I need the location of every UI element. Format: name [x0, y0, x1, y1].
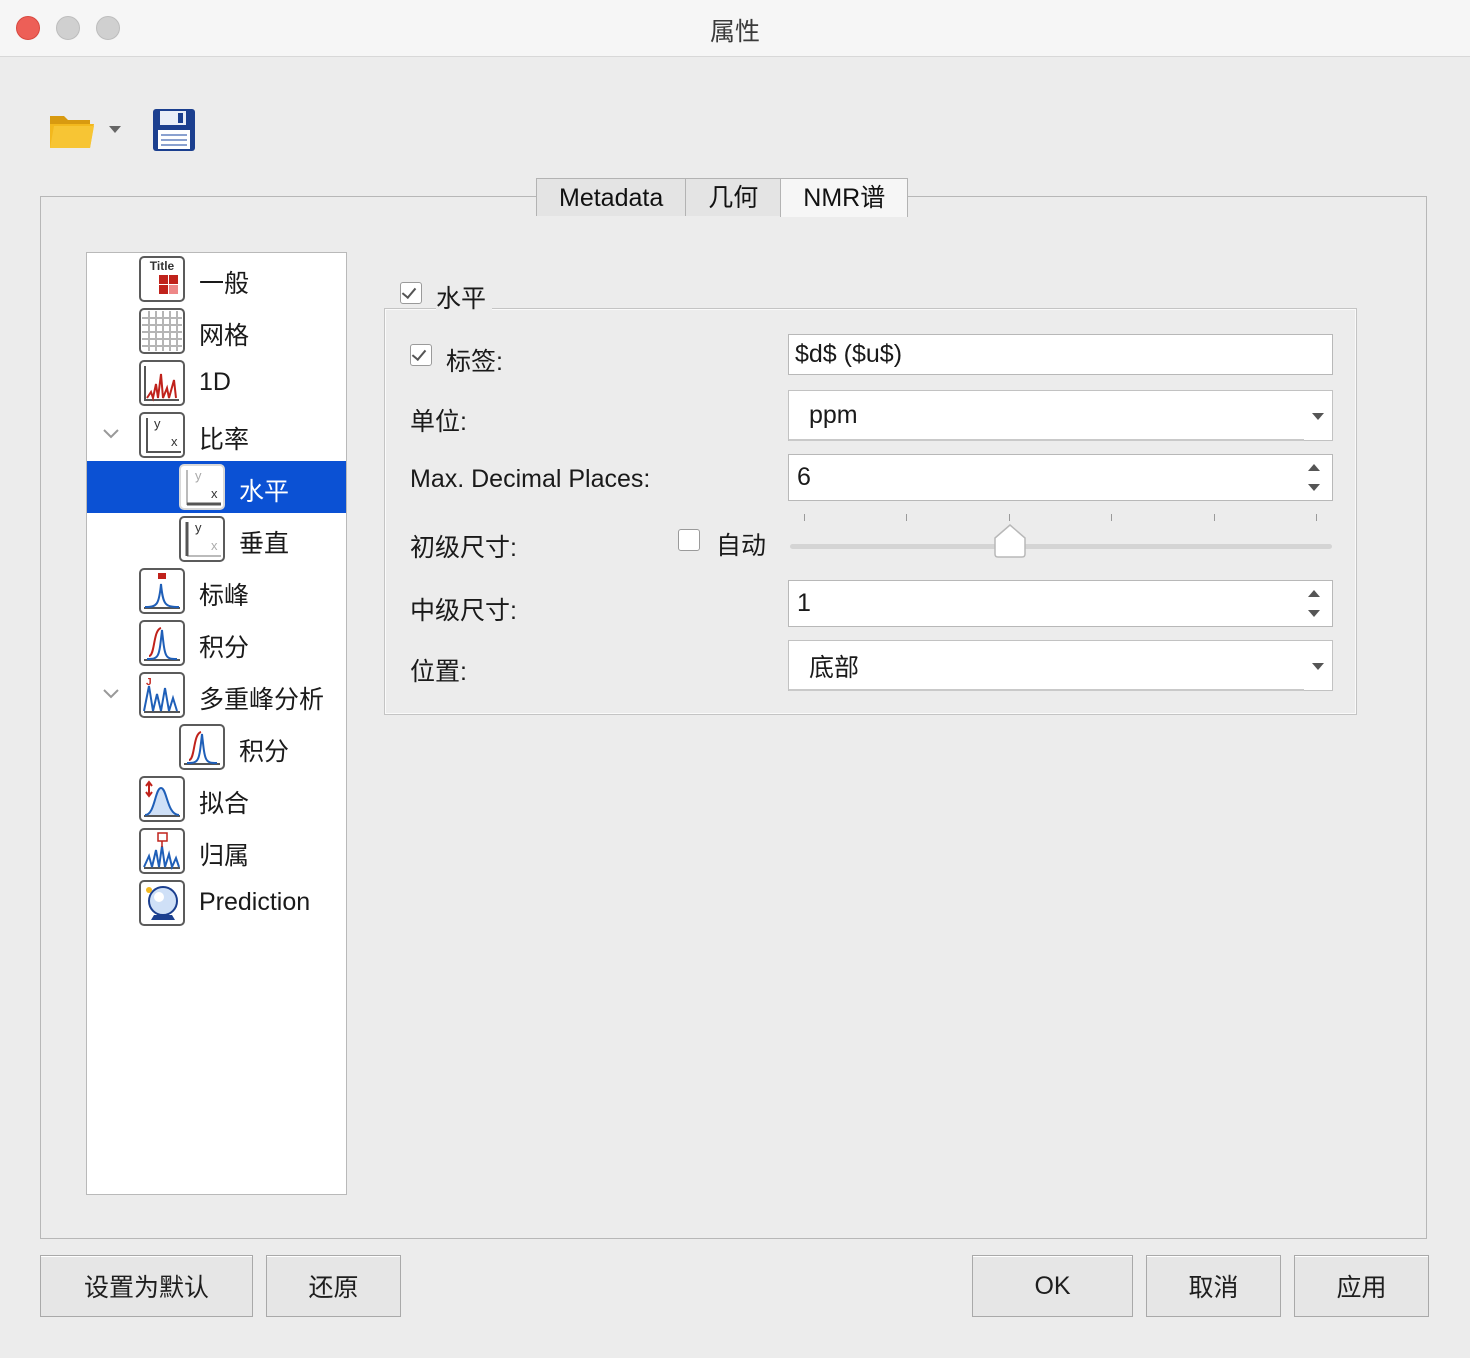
spin-down-icon[interactable] — [1308, 610, 1320, 617]
chevron-down-icon — [1312, 413, 1324, 420]
secondary-size-value: 1 — [797, 589, 811, 617]
spectrum-1d-icon — [139, 360, 185, 406]
peak-label-icon — [139, 568, 185, 614]
svg-text:x: x — [171, 434, 178, 449]
tree-item-grid[interactable]: 网格 — [87, 305, 346, 357]
position-caption: 位置: — [410, 658, 467, 686]
chevron-down-icon — [1312, 663, 1324, 670]
tree-item-general[interactable]: Title 一般 — [87, 253, 346, 305]
group-title: 水平 — [436, 279, 493, 315]
tree-item-label: 垂直 — [239, 530, 290, 558]
primary-size-caption: 初级尺寸: — [410, 534, 517, 562]
tree-item-label: 积分 — [199, 634, 250, 662]
spin-down-icon[interactable] — [1308, 484, 1320, 491]
tree-item-vertical[interactable]: y x 垂直 — [87, 513, 346, 565]
tree-item-label: 水平 — [239, 478, 290, 506]
position-select[interactable]: 底部 — [788, 640, 1333, 691]
settings-tree[interactable]: Title 一般 网格 1D y x 比率 y x 水平 y x 垂直 标峰 积… — [86, 252, 347, 1195]
tree-item-1d[interactable]: 1D — [87, 357, 346, 409]
auto-checkbox[interactable] — [678, 529, 700, 551]
tree-item-scale[interactable]: y x 比率 — [87, 409, 346, 461]
tree-item-label: 标峰 — [199, 582, 250, 610]
tree-item-label: 归属 — [199, 842, 250, 870]
primary-size-slider[interactable] — [790, 512, 1332, 562]
tab-nmr-spectrum[interactable]: NMR谱 — [780, 178, 909, 217]
auto-caption: 自动 — [716, 532, 767, 560]
tree-item-label: 多重峰分析 — [199, 686, 325, 714]
prediction-icon — [139, 880, 185, 926]
svg-text:y: y — [154, 416, 161, 431]
multiplet-icon: J — [139, 672, 185, 718]
svg-text:x: x — [211, 538, 218, 553]
vertical-axis-icon: y x — [179, 516, 225, 562]
ok-button[interactable]: OK — [972, 1255, 1133, 1317]
label-checkbox[interactable] — [410, 344, 432, 366]
title-bar: 属性 — [0, 0, 1470, 57]
decimal-places-value: 6 — [797, 463, 811, 491]
tree-item-label: Prediction — [199, 888, 311, 916]
restore-button[interactable]: 还原 — [266, 1255, 401, 1317]
horizontal-enable-checkbox[interactable] — [400, 282, 422, 304]
tree-item-label: 一般 — [199, 270, 250, 298]
svg-text:y: y — [195, 468, 202, 483]
svg-text:x: x — [211, 486, 218, 501]
floppy-disk-icon[interactable] — [152, 108, 196, 152]
slider-thumb[interactable] — [994, 524, 1026, 558]
tree-item-label: 1D — [199, 368, 231, 396]
tree-item-label: 网格 — [199, 322, 250, 350]
svg-text:Title: Title — [150, 259, 175, 273]
title-icon: Title — [139, 256, 185, 302]
assignment-icon — [139, 828, 185, 874]
label-format-input[interactable]: $d$ ($u$) — [788, 334, 1333, 375]
tree-item-horizontal[interactable]: y x 水平 — [87, 461, 346, 513]
tree-item-label: 比率 — [199, 426, 250, 454]
fitting-icon — [139, 776, 185, 822]
units-value: ppm — [809, 401, 858, 429]
decimal-places-spinbox[interactable]: 6 — [788, 454, 1333, 501]
apply-button[interactable]: 应用 — [1294, 1255, 1429, 1317]
tree-item-assignments[interactable]: 归属 — [87, 825, 346, 877]
tree-item-fitting[interactable]: 拟合 — [87, 773, 346, 825]
folder-open-icon[interactable] — [48, 110, 98, 150]
spin-up-icon[interactable] — [1308, 464, 1320, 471]
grid-icon — [139, 308, 185, 354]
tab-geometry[interactable]: 几何 — [685, 178, 782, 216]
spin-up-icon[interactable] — [1308, 590, 1320, 597]
window-title: 属性 — [709, 18, 760, 46]
slider-track — [790, 544, 1332, 549]
axes-icon: y x — [139, 412, 185, 458]
tree-item-multiplet-integrals[interactable]: 积分 — [87, 721, 346, 773]
tree-item-label: 拟合 — [199, 790, 250, 818]
secondary-size-spinbox[interactable]: 1 — [788, 580, 1333, 627]
integral-icon — [179, 724, 225, 770]
units-caption: 单位: — [410, 408, 467, 436]
position-value: 底部 — [809, 653, 860, 682]
tree-item-label: 积分 — [239, 738, 290, 766]
tab-bar: Metadata 几何 NMR谱 — [536, 178, 909, 217]
integral-icon — [139, 620, 185, 666]
tree-item-prediction[interactable]: Prediction — [87, 877, 346, 929]
horizontal-axis-icon: y x — [179, 464, 225, 510]
secondary-size-caption: 中级尺寸: — [410, 597, 517, 625]
decimal-places-caption: Max. Decimal Places: — [410, 465, 651, 493]
label-caption: 标签: — [446, 348, 503, 376]
chevron-down-icon[interactable] — [108, 122, 122, 136]
svg-text:y: y — [195, 520, 202, 535]
set-default-button[interactable]: 设置为默认 — [40, 1255, 253, 1317]
chevron-down-icon[interactable] — [101, 423, 121, 443]
units-select[interactable]: ppm — [788, 390, 1333, 441]
chevron-down-icon[interactable] — [101, 683, 121, 703]
label-format-value: $d$ ($u$) — [795, 340, 903, 368]
svg-text:J: J — [146, 677, 152, 688]
cancel-button[interactable]: 取消 — [1146, 1255, 1281, 1317]
tree-item-peak-labels[interactable]: 标峰 — [87, 565, 346, 617]
tree-item-multiplets[interactable]: J 多重峰分析 — [87, 669, 346, 721]
tab-metadata[interactable]: Metadata — [536, 178, 687, 216]
tree-item-integrals[interactable]: 积分 — [87, 617, 346, 669]
